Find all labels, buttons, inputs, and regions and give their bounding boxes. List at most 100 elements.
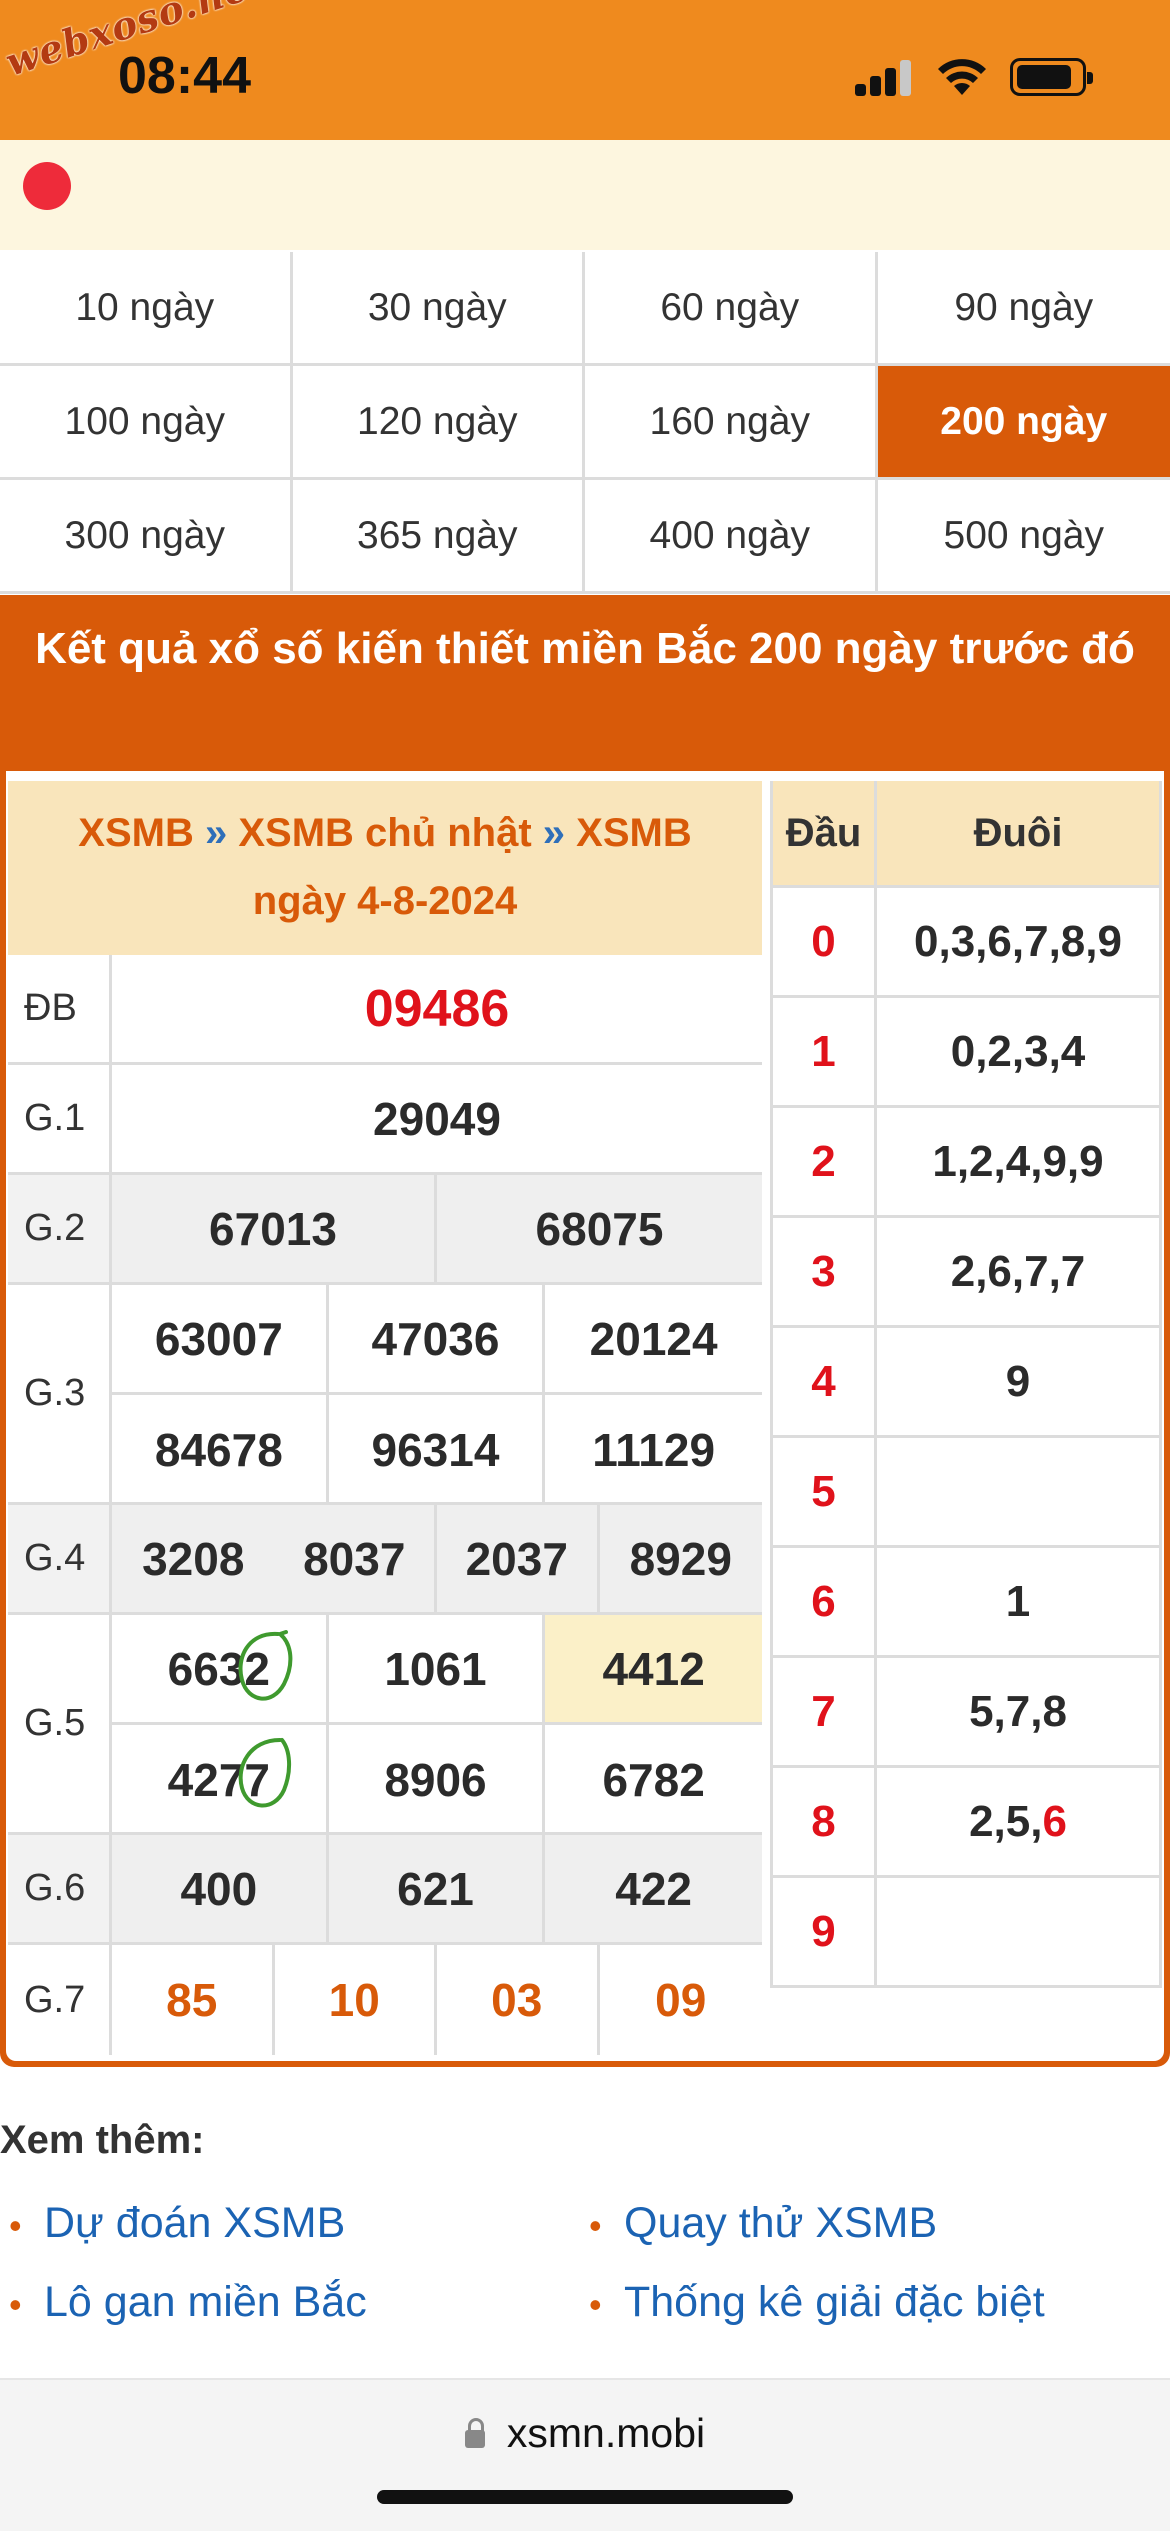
breadcrumb-xsmb-current[interactable]: XSMB — [576, 811, 692, 855]
head-tail-row: 7 5,7,8 — [773, 1658, 1159, 1768]
prize-value: 96314 — [329, 1395, 546, 1505]
handwritten-circle-mark — [238, 1738, 291, 1808]
prize-row-g6: G.6 400 621 422 — [8, 1835, 762, 1945]
prize-value-highlighted: 4412 — [545, 1615, 762, 1725]
breadcrumb-separator: » — [531, 811, 577, 855]
prize-row-db: ĐB 09486 — [8, 955, 762, 1065]
address-field[interactable]: xsmn.mobi — [0, 2410, 1170, 2457]
prize-value: 47036 — [328, 1285, 546, 1395]
day-option[interactable]: 200 ngày — [877, 366, 1170, 480]
page: webxoso.net 08:44 10 ngày 30 ngày 60 ngày 9… — [0, 0, 1170, 2531]
prize-value: 63007 — [112, 1285, 329, 1395]
prize-label: ĐB — [8, 955, 112, 1062]
tail-digits-text: 2,5, — [969, 1796, 1043, 1846]
head-tail-row: 49 — [773, 1328, 1159, 1438]
result-date: ngày 4-8-2024 — [252, 879, 518, 923]
prize-value: 09 — [655, 1974, 707, 2026]
prize-table: ĐB 09486 G.1 29049 G.2 67013 68075 G.3 6… — [8, 955, 762, 2055]
special-prize-value: 09486 — [364, 979, 510, 1038]
prize-value: 85 — [112, 1945, 275, 2055]
day-option[interactable]: 365 ngày — [292, 480, 585, 594]
day-option[interactable]: 10 ngày — [0, 252, 293, 366]
prize-value: 20124 — [545, 1285, 762, 1395]
record-indicator-icon — [23, 162, 71, 210]
breadcrumb-xsmb-sunday-link[interactable]: XSMB chủ nhật — [238, 811, 531, 855]
day-option[interactable]: 30 ngày — [292, 252, 585, 366]
head-tail-table: Đầu Đuôi 0 0,3,6,7,8,9 1 0,2,3,4 2 1,2,4,9,9 3… — [770, 781, 1162, 1988]
cellular-signal-icon — [855, 56, 915, 96]
day-option[interactable]: 500 ngày — [877, 480, 1170, 594]
head-tail-row: 0 0,3,6,7,8,9 — [773, 888, 1159, 998]
prize-value: 84678 — [112, 1395, 329, 1505]
prize-value: 8929 — [629, 1532, 732, 1585]
status-time: 08:44 — [118, 47, 251, 105]
day-option[interactable]: 90 ngày — [877, 252, 1170, 366]
tail-digits-text: 9 — [1005, 1356, 1031, 1406]
tail-digits — [877, 1438, 1159, 1545]
battery-icon — [1010, 58, 1093, 96]
prize-value: 67013 — [112, 1175, 437, 1282]
head-digit: 3 — [773, 1218, 877, 1325]
head-digit: 8 — [773, 1768, 877, 1875]
prize-value: 1061 — [328, 1615, 546, 1725]
day-option[interactable]: 120 ngày — [292, 366, 585, 480]
tail-digits-text: 0,2,3,4 — [950, 1026, 1086, 1076]
tail-digits: 1 — [877, 1548, 1159, 1655]
link-trial-xsmb[interactable]: Quay thử XSMB — [589, 2199, 937, 2248]
wifi-icon — [938, 59, 986, 95]
prize-value: 621 — [329, 1835, 546, 1942]
tail-digits-text: 1 — [1005, 1576, 1031, 1626]
lock-icon — [464, 2418, 485, 2448]
prize-value: 422 — [615, 1862, 693, 1915]
day-option[interactable]: 160 ngày — [585, 366, 878, 480]
head-digit: 0 — [773, 888, 877, 995]
breadcrumb-xsmb-link[interactable]: XSMB — [78, 811, 194, 855]
head-tail-row: 5 — [773, 1438, 1159, 1548]
prize-row-g1: G.1 29049 — [8, 1065, 762, 1175]
head-tail-row: 1 0,2,3,4 — [773, 998, 1159, 1108]
tail-digits-text: 0,3,6,7,8,9 — [914, 916, 1122, 966]
tail-digits — [877, 1878, 1159, 1985]
home-indicator[interactable] — [377, 2490, 793, 2504]
head-digit: 5 — [773, 1438, 877, 1545]
prize-label: G.6 — [8, 1835, 112, 1942]
prize-label: G.2 — [8, 1175, 112, 1282]
prize-value: 8906 — [329, 1725, 546, 1835]
tail-digit-special: 6 — [1042, 1796, 1067, 1846]
tail-digits: 9 — [877, 1328, 1159, 1435]
prize-row-g7: G.7 85 10 03 09 — [8, 1945, 762, 2055]
see-more-title: Xem thêm: — [0, 2118, 205, 2162]
day-option[interactable]: 60 ngày — [585, 252, 878, 366]
handwritten-circle-mark — [238, 1630, 293, 1701]
day-option[interactable]: 100 ngày — [0, 366, 293, 480]
prize-row-g5: G.5 6632 1061 4412 4277 8906 6782 — [8, 1615, 762, 1835]
prize-value: 29049 — [373, 1092, 501, 1145]
head-tail-row: 2 1,2,4,9,9 — [773, 1108, 1159, 1218]
day-option[interactable]: 400 ngày — [585, 480, 878, 594]
tail-digits: 2,5, 6 — [877, 1768, 1159, 1875]
head-digit: 2 — [773, 1108, 877, 1215]
head-tail-row: 8 2,5, 6 — [773, 1768, 1159, 1878]
link-predict-xsmb[interactable]: Dự đoán XSMB — [9, 2199, 345, 2248]
day-option[interactable]: 300 ngày — [0, 480, 293, 594]
prize-label: G.4 — [8, 1505, 112, 1612]
prize-row-g3: G.3 63007 47036 20124 84678 96314 11129 — [8, 1285, 762, 1505]
prize-value: 6782 — [602, 1754, 705, 1806]
link-lo-gan[interactable]: Lô gan miền Bắc — [9, 2278, 367, 2327]
tail-digits: 1,2,4,9,9 — [877, 1108, 1159, 1215]
page-title: Kết quả xổ số kiến thiết miền Bắc 200 ng… — [0, 595, 1170, 771]
link-special-stats[interactable]: Thống kê giải đặc biệt — [589, 2278, 1045, 2327]
tail-digits-text: 1,2,4,9,9 — [932, 1136, 1104, 1186]
tail-digits: 2,6,7,7 — [877, 1218, 1159, 1325]
tail-column-header: Đuôi — [973, 810, 1063, 855]
tail-digits-text: 2,6,7,7 — [950, 1246, 1086, 1296]
prize-value: 400 — [112, 1835, 329, 1942]
head-tail-row: 9 — [773, 1878, 1159, 1988]
prize-value: 10 — [275, 1945, 437, 2055]
prize-value: 2037 — [437, 1505, 600, 1612]
prize-value: 03 — [437, 1945, 600, 2055]
head-digit: 7 — [773, 1658, 877, 1765]
head-column-header: Đầu — [773, 781, 877, 885]
head-tail-row: 61 — [773, 1548, 1159, 1658]
head-tail-row: 3 2,6,7,7 — [773, 1218, 1159, 1328]
